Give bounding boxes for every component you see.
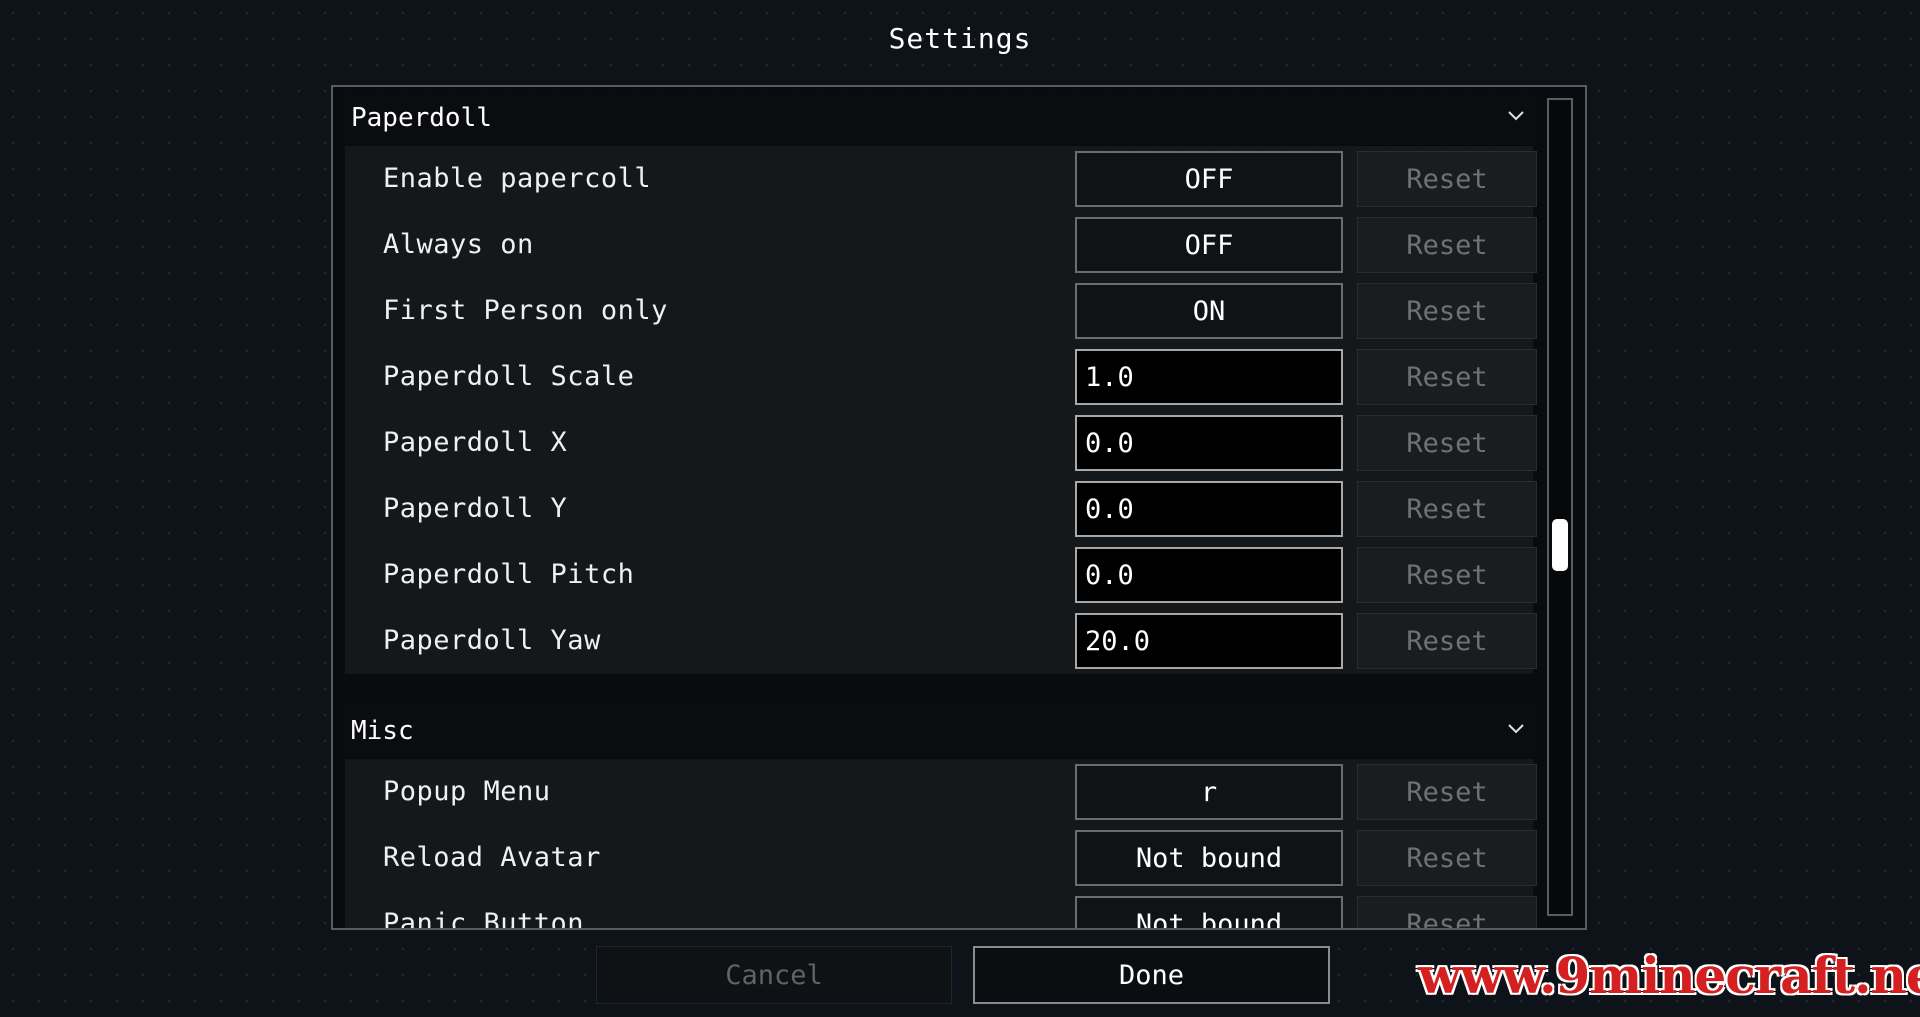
setting-row-always-on: Always on OFF Reset: [345, 212, 1537, 278]
watermark: www.9minecraft.net: [1418, 946, 1920, 1005]
number-input[interactable]: 0.0: [1075, 415, 1343, 471]
setting-label: First Person only: [383, 295, 668, 326]
keybind-button[interactable]: Not bound: [1075, 896, 1343, 928]
scrollbar[interactable]: [1547, 98, 1573, 916]
done-button[interactable]: Done: [973, 946, 1330, 1004]
number-input[interactable]: 1.0: [1075, 349, 1343, 405]
chevron-down-icon[interactable]: [1505, 105, 1527, 127]
number-input[interactable]: 0.0: [1075, 481, 1343, 537]
scrollbar-thumb[interactable]: [1552, 519, 1568, 571]
section-title: Misc: [351, 716, 414, 746]
setting-row-popup-menu: Popup Menu r Reset: [345, 759, 1537, 825]
settings-panel: Paperdoll Enable papercoll OFF Reset Alw…: [331, 85, 1587, 930]
reset-button[interactable]: Reset: [1357, 415, 1537, 471]
setting-row-paperdoll-x: Paperdoll X 0.0 Reset: [345, 410, 1537, 476]
setting-row-panic-button: Panic Button Not bound Reset: [345, 891, 1537, 928]
cancel-button[interactable]: Cancel: [596, 946, 952, 1004]
reset-button[interactable]: Reset: [1357, 547, 1537, 603]
setting-label: Paperdoll Scale: [383, 361, 635, 392]
reset-button[interactable]: Reset: [1357, 151, 1537, 207]
keybind-button[interactable]: Not bound: [1075, 830, 1343, 886]
settings-list[interactable]: Paperdoll Enable papercoll OFF Reset Alw…: [333, 87, 1537, 928]
keybind-button[interactable]: r: [1075, 764, 1343, 820]
section-body-misc: Popup Menu r Reset Reload Avatar Not bou…: [345, 759, 1537, 928]
setting-row-paperdoll-yaw: Paperdoll Yaw 20.0 Reset: [345, 608, 1537, 674]
setting-label: Paperdoll Yaw: [383, 625, 601, 656]
reset-button[interactable]: Reset: [1357, 481, 1537, 537]
section-header-paperdoll[interactable]: Paperdoll: [339, 93, 1537, 143]
section-body-paperdoll: Enable papercoll OFF Reset Always on OFF…: [345, 146, 1537, 674]
reset-button[interactable]: Reset: [1357, 217, 1537, 273]
setting-row-paperdoll-scale: Paperdoll Scale 1.0 Reset: [345, 344, 1537, 410]
reset-button[interactable]: Reset: [1357, 896, 1537, 928]
setting-row-first-person-only: First Person only ON Reset: [345, 278, 1537, 344]
setting-row-paperdoll-pitch: Paperdoll Pitch 0.0 Reset: [345, 542, 1537, 608]
reset-button[interactable]: Reset: [1357, 613, 1537, 669]
number-input[interactable]: 20.0: [1075, 613, 1343, 669]
toggle-button[interactable]: ON: [1075, 283, 1343, 339]
setting-label: Paperdoll Y: [383, 493, 568, 524]
setting-label: Reload Avatar: [383, 842, 601, 873]
section-title: Paperdoll: [351, 103, 492, 133]
chevron-down-icon[interactable]: [1505, 718, 1527, 740]
setting-label: Always on: [383, 229, 534, 260]
setting-label: Paperdoll Pitch: [383, 559, 635, 590]
reset-button[interactable]: Reset: [1357, 764, 1537, 820]
setting-row-reload-avatar: Reload Avatar Not bound Reset: [345, 825, 1537, 891]
reset-button[interactable]: Reset: [1357, 349, 1537, 405]
setting-row-paperdoll-y: Paperdoll Y 0.0 Reset: [345, 476, 1537, 542]
reset-button[interactable]: Reset: [1357, 283, 1537, 339]
toggle-button[interactable]: OFF: [1075, 151, 1343, 207]
setting-label: Popup Menu: [383, 776, 551, 807]
setting-row-enable-paperdoll: Enable papercoll OFF Reset: [345, 146, 1537, 212]
toggle-button[interactable]: OFF: [1075, 217, 1343, 273]
page-title: Settings: [888, 22, 1032, 55]
number-input[interactable]: 0.0: [1075, 547, 1343, 603]
setting-label: Paperdoll X: [383, 427, 568, 458]
reset-button[interactable]: Reset: [1357, 830, 1537, 886]
setting-label: Enable papercoll: [383, 163, 652, 194]
section-header-misc[interactable]: Misc: [339, 706, 1537, 756]
setting-label: Panic Button: [383, 908, 585, 928]
